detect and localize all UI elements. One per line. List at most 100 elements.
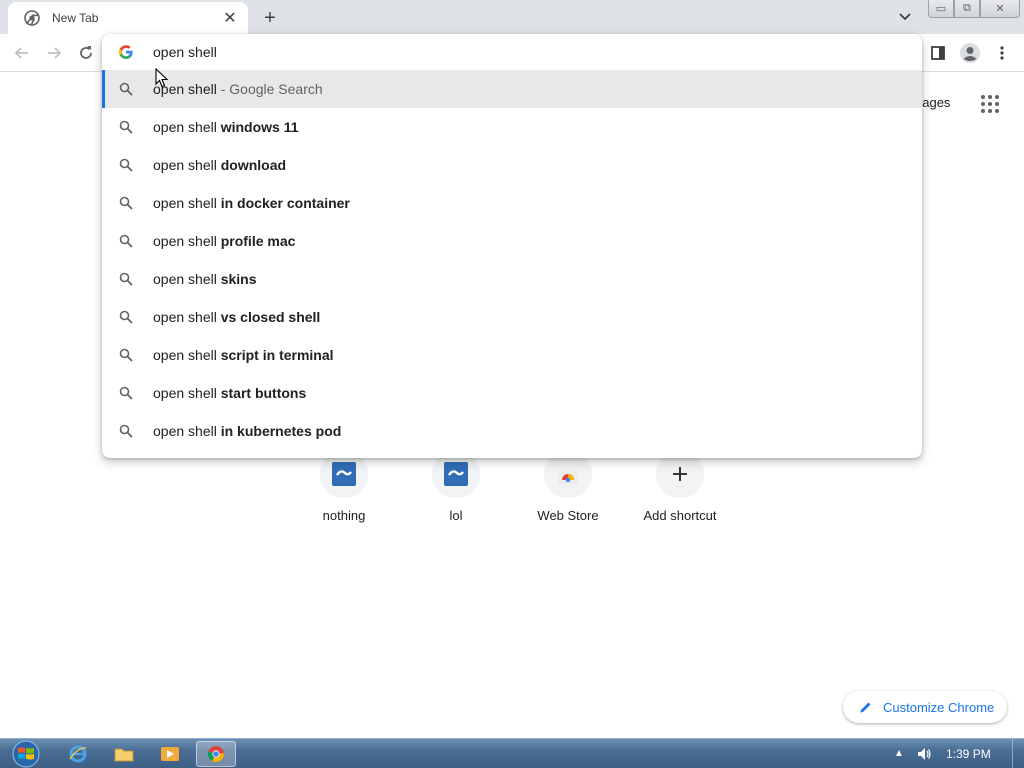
forward-button[interactable]: [41, 40, 67, 66]
side-panel-icon: [931, 46, 945, 60]
suggestion-text: open shell profile mac: [153, 233, 295, 249]
shortcut-label: lol: [449, 508, 463, 523]
minimize-button[interactable]: ▭: [928, 0, 954, 18]
tab-title: New Tab: [52, 11, 99, 25]
suggestion-completion: in kubernetes pod: [220, 423, 342, 439]
search-icon: [119, 348, 133, 362]
suggestion-text: open shell - Google Search: [153, 81, 323, 97]
suggestion-completion: vs closed shell: [220, 309, 321, 325]
suggestion-completion: script in terminal: [220, 347, 334, 363]
suggestion-text: open shell download: [153, 157, 286, 173]
profile-icon: [960, 43, 980, 63]
suggestion-completion: skins: [220, 271, 257, 287]
suggestion-prefix: open shell: [153, 423, 221, 439]
folder-icon: [114, 748, 134, 762]
reload-button[interactable]: [73, 40, 99, 66]
system-tray: ▲ 1:39 PM: [884, 739, 1024, 768]
suggestion-text: open shell in kubernetes pod: [153, 423, 341, 439]
suggestion-item[interactable]: open shell skins: [102, 260, 922, 298]
omnibox-query[interactable]: open shell: [153, 44, 217, 60]
profile-button[interactable]: [957, 40, 983, 66]
suggestion-text: open shell script in terminal: [153, 347, 334, 363]
search-icon: [119, 386, 133, 400]
suggestion-prefix: open shell: [153, 195, 221, 211]
suggestion-completion: windows 11: [220, 119, 299, 135]
site-favicon-icon: [444, 462, 468, 486]
apps-grid-icon[interactable]: [980, 94, 1000, 114]
suggestion-completion: download: [220, 157, 287, 173]
suggestion-source: - Google Search: [216, 81, 323, 97]
taskbar-internet-explorer[interactable]: [58, 741, 98, 767]
suggestion-text: open shell skins: [153, 271, 257, 287]
show-desktop-button[interactable]: [1012, 739, 1024, 768]
suggestion-text: open shell start buttons: [153, 385, 306, 401]
customize-label: Customize Chrome: [883, 699, 995, 715]
restore-button[interactable]: ⧉: [954, 0, 980, 18]
show-hidden-icons-icon[interactable]: ▲: [894, 748, 904, 759]
taskbar-file-explorer[interactable]: [104, 741, 144, 767]
volume-icon[interactable]: [916, 746, 932, 762]
omnibox-dropdown: open shell open shell - Google Search ope…: [102, 34, 922, 458]
suggestion-item[interactable]: open shell script in terminal: [102, 336, 922, 374]
more-vertical-icon: [1000, 46, 1004, 60]
menu-button[interactable]: [989, 40, 1015, 66]
plus-icon: [673, 467, 687, 481]
suggestion-prefix: open shell: [153, 157, 221, 173]
search-icon: [119, 424, 133, 438]
search-icon: [119, 310, 133, 324]
media-player-icon: [161, 747, 179, 761]
suggestion-prefix: open shell: [153, 233, 221, 249]
clock[interactable]: 1:39 PM: [946, 747, 991, 761]
tab-search-chevron-icon[interactable]: [894, 7, 916, 27]
customize-chrome-button[interactable]: Customize Chrome: [843, 691, 1007, 723]
suggestion-prefix: open shell: [153, 347, 221, 363]
web-store-icon: [558, 470, 578, 484]
back-button[interactable]: [9, 40, 35, 66]
suggestion-list: open shell - Google Search open shell win…: [102, 70, 922, 450]
suggestion-item[interactable]: open shell in docker container: [102, 184, 922, 222]
search-icon: [119, 272, 133, 286]
suggestion-item[interactable]: open shell download: [102, 146, 922, 184]
back-icon: [14, 47, 28, 59]
reload-icon: [80, 46, 92, 59]
new-tab-button[interactable]: +: [258, 6, 282, 30]
close-tab-icon[interactable]: ✕: [222, 10, 238, 27]
taskbar-chrome[interactable]: [196, 741, 236, 767]
suggestion-prefix: open shell: [153, 271, 221, 287]
search-icon: [119, 120, 133, 134]
google-g-icon: [119, 45, 133, 59]
suggestion-item[interactable]: open shell profile mac: [102, 222, 922, 260]
suggestion-prefix: open shell: [153, 309, 221, 325]
suggestion-prefix: open shell: [153, 385, 221, 401]
chrome-icon: [207, 746, 224, 762]
shortcut-label: Web Store: [537, 508, 599, 523]
suggestion-completion: start buttons: [220, 385, 307, 401]
suggestion-text: open shell in docker container: [153, 195, 350, 211]
address-bar[interactable]: open shell: [102, 34, 922, 70]
side-panel-button[interactable]: [925, 40, 951, 66]
suggestion-item[interactable]: open shell windows 11: [102, 108, 922, 146]
suggestion-item[interactable]: open shell vs closed shell: [102, 298, 922, 336]
search-icon: [119, 158, 133, 172]
suggestion-item[interactable]: open shell in kubernetes pod: [102, 412, 922, 450]
site-favicon-icon: [332, 462, 356, 486]
forward-icon: [48, 47, 62, 59]
search-icon: [119, 82, 133, 96]
windows-start-icon: [12, 740, 40, 768]
suggestion-item[interactable]: open shell - Google Search: [102, 70, 922, 108]
suggestion-text: open shell windows 11: [153, 119, 299, 135]
taskbar-media-player[interactable]: [150, 741, 190, 767]
start-button[interactable]: [6, 739, 46, 768]
search-icon: [119, 196, 133, 210]
tab-strip: New Tab ✕ + ▭ ⧉ ✕: [0, 0, 1024, 34]
pencil-icon: [860, 702, 871, 713]
suggestion-prefix: open shell: [153, 119, 221, 135]
suggestion-item[interactable]: open shell start buttons: [102, 374, 922, 412]
window-controls: ▭ ⧉ ✕: [928, 0, 1020, 18]
close-window-button[interactable]: ✕: [980, 0, 1020, 18]
tab-new-tab[interactable]: New Tab ✕: [8, 2, 248, 34]
suggestion-completion: profile mac: [220, 233, 296, 249]
taskbar: ▲ 1:39 PM: [0, 738, 1024, 768]
mouse-cursor-icon: [155, 68, 169, 88]
internet-explorer-icon: [69, 745, 87, 763]
